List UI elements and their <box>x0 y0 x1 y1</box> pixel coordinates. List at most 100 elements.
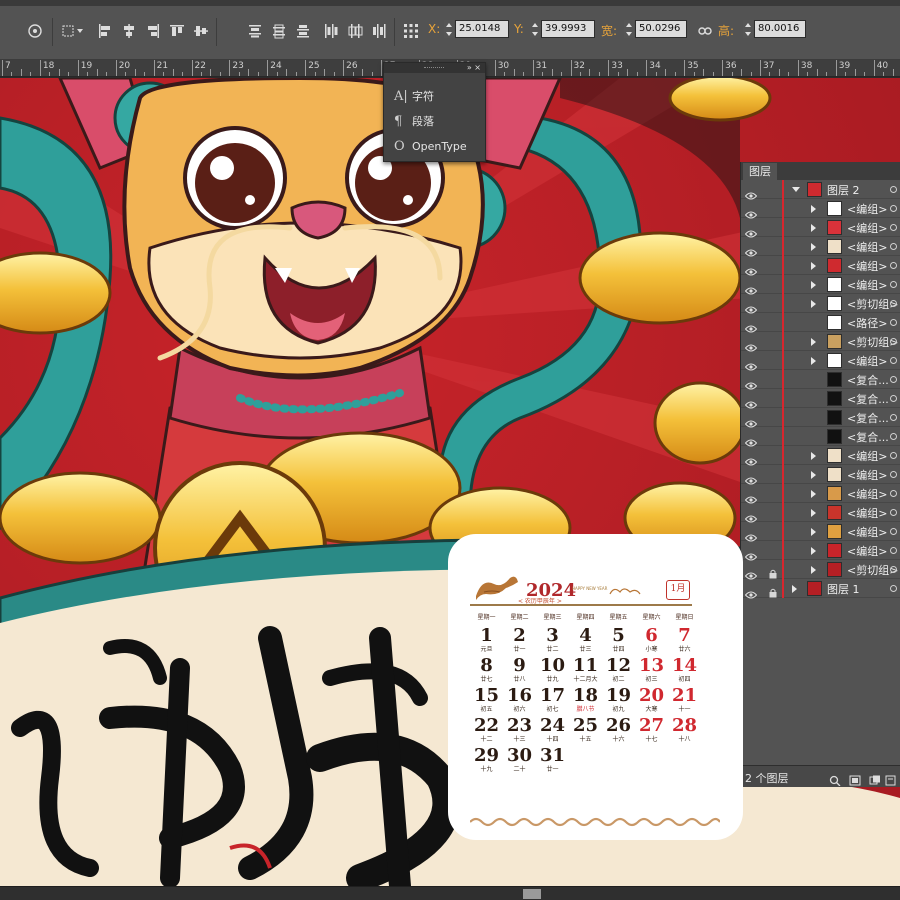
sublayer-row[interactable]: <编组> <box>741 503 900 523</box>
distribute-vcenter-icon[interactable] <box>268 20 290 42</box>
locate-object-icon[interactable] <box>829 771 841 787</box>
day-cell[interactable]: 14 初四 <box>668 656 701 686</box>
target-circle-icon[interactable] <box>890 300 897 307</box>
day-cell[interactable]: 15 初五 <box>470 686 503 716</box>
visibility-eye-icon[interactable] <box>744 432 758 447</box>
align-top-icon[interactable] <box>166 20 188 42</box>
visibility-eye-icon[interactable] <box>744 185 758 200</box>
sublayer-row[interactable]: <剪切组> <box>741 332 900 352</box>
day-cell[interactable]: 17 初七 <box>536 686 569 716</box>
target-circle-icon[interactable] <box>890 566 897 573</box>
day-cell[interactable]: 22 十二 <box>470 716 503 746</box>
distribute-top-icon[interactable] <box>244 20 266 42</box>
expand-triangle-icon[interactable] <box>811 281 816 289</box>
align-to-selection-icon[interactable] <box>60 20 86 42</box>
day-cell[interactable]: 30 二十 <box>503 746 536 776</box>
visibility-eye-icon[interactable] <box>744 337 758 352</box>
expand-triangle-icon[interactable] <box>811 357 816 365</box>
visibility-eye-icon[interactable] <box>744 546 758 561</box>
align-left-icon[interactable] <box>94 20 116 42</box>
align-hcenter-icon[interactable] <box>118 20 140 42</box>
height-stepper[interactable] <box>743 20 753 38</box>
visibility-eye-icon[interactable] <box>744 565 758 580</box>
expand-triangle-icon[interactable] <box>811 243 816 251</box>
x-stepper[interactable] <box>444 20 454 38</box>
expand-triangle-icon[interactable] <box>811 300 816 308</box>
sublayer-row[interactable]: <路径> <box>741 313 900 333</box>
target-circle-icon[interactable] <box>890 262 897 269</box>
day-cell[interactable]: 26 十六 <box>602 716 635 746</box>
target-circle-icon[interactable] <box>890 376 897 383</box>
sublayer-row[interactable]: <复合... <box>741 408 900 428</box>
day-cell[interactable]: 25 十五 <box>569 716 602 746</box>
visibility-eye-icon[interactable] <box>744 394 758 409</box>
target-circle-icon[interactable] <box>890 547 897 554</box>
visibility-eye-icon[interactable] <box>744 470 758 485</box>
day-cell[interactable]: 3 廿二 <box>536 626 569 656</box>
distribute-bottom-icon[interactable] <box>292 20 314 42</box>
visibility-eye-icon[interactable] <box>744 242 758 257</box>
expand-triangle-icon[interactable] <box>811 509 816 517</box>
target-circle-icon[interactable] <box>890 186 897 193</box>
panel-collapse-close-icon[interactable]: » × <box>467 63 481 73</box>
lock-icon[interactable] <box>769 583 777 598</box>
day-cell[interactable]: 16 初六 <box>503 686 536 716</box>
align-vcenter-icon[interactable] <box>190 20 212 42</box>
visibility-eye-icon[interactable] <box>744 527 758 542</box>
target-circle-icon[interactable] <box>890 433 897 440</box>
new-layer-icon[interactable] <box>885 771 897 786</box>
expand-triangle-icon[interactable] <box>811 566 816 574</box>
x-input[interactable]: 25.0148 <box>455 20 509 38</box>
sublayer-row[interactable]: <编组> <box>741 237 900 257</box>
expand-triangle-icon[interactable] <box>811 490 816 498</box>
layer-row[interactable]: 图层 2 <box>741 180 900 200</box>
day-cell[interactable]: 1 元旦 <box>470 626 503 656</box>
sublayer-row[interactable]: <复合... <box>741 370 900 390</box>
drag-grip-icon[interactable] <box>424 67 444 69</box>
target-circle-icon[interactable] <box>890 319 897 326</box>
target-circle-icon[interactable] <box>890 338 897 345</box>
target-circle-icon[interactable] <box>890 528 897 535</box>
visibility-eye-icon[interactable] <box>744 318 758 333</box>
panel-item-paragraph[interactable]: ¶ 段落 <box>394 113 434 129</box>
sublayer-row[interactable]: <编组> <box>741 465 900 485</box>
visibility-eye-icon[interactable] <box>744 356 758 371</box>
height-input[interactable]: 80.0016 <box>754 20 806 38</box>
visibility-eye-icon[interactable] <box>744 413 758 428</box>
sublayer-row[interactable]: <编组> <box>741 256 900 276</box>
scrollbar-thumb[interactable] <box>523 889 541 899</box>
visibility-eye-icon[interactable] <box>744 489 758 504</box>
expand-triangle-icon[interactable] <box>811 471 816 479</box>
sublayer-row[interactable]: <编组> <box>741 199 900 219</box>
y-input[interactable]: 39.9993 <box>541 20 595 38</box>
horizontal-scrollbar[interactable] <box>0 886 900 900</box>
visibility-eye-icon[interactable] <box>744 280 758 295</box>
day-cell[interactable]: 21 十一 <box>668 686 701 716</box>
expand-triangle-icon[interactable] <box>811 224 816 232</box>
target-circle-icon[interactable] <box>890 205 897 212</box>
sublayer-row[interactable]: <编组> <box>741 484 900 504</box>
visibility-eye-icon[interactable] <box>744 204 758 219</box>
expand-triangle-icon[interactable] <box>792 585 797 593</box>
target-circle-icon[interactable] <box>890 452 897 459</box>
day-cell[interactable]: 11 十二月大 <box>569 656 602 686</box>
target-circle-icon[interactable] <box>890 490 897 497</box>
sublayer-row[interactable]: <剪切组> <box>741 560 900 580</box>
day-cell[interactable]: 7 廿六 <box>668 626 701 656</box>
day-cell[interactable]: 4 廿三 <box>569 626 602 656</box>
expand-triangle-icon[interactable] <box>811 528 816 536</box>
distribute-hcenter-icon[interactable] <box>344 20 366 42</box>
sublayer-row[interactable]: <编组> <box>741 351 900 371</box>
target-circle-icon[interactable] <box>890 281 897 288</box>
panel-item-opentype[interactable]: O OpenType <box>394 138 467 154</box>
day-cell[interactable]: 12 初二 <box>602 656 635 686</box>
tab-layers[interactable]: 图层 <box>743 163 777 180</box>
day-cell[interactable]: 9 廿八 <box>503 656 536 686</box>
layer-row[interactable]: 图层 1 <box>741 579 900 599</box>
globe-icon[interactable] <box>24 20 46 42</box>
target-circle-icon[interactable] <box>890 243 897 250</box>
visibility-eye-icon[interactable] <box>744 299 758 314</box>
visibility-eye-icon[interactable] <box>744 451 758 466</box>
day-cell[interactable]: 31 廿一 <box>536 746 569 776</box>
expand-triangle-icon[interactable] <box>811 547 816 555</box>
